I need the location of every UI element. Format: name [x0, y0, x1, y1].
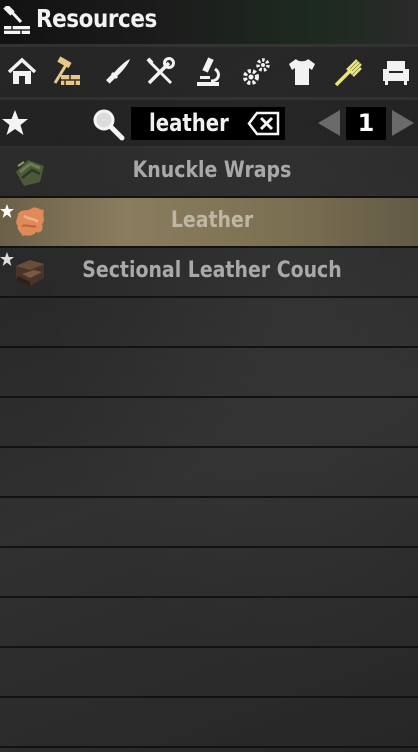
gears-icon	[243, 58, 270, 85]
tab-mechanical[interactable]	[234, 47, 278, 97]
wrench-screwdriver-icon	[146, 57, 175, 85]
hammer-bricks-icon	[53, 56, 80, 85]
fork-icon	[334, 59, 362, 87]
list-item-selected[interactable]: Leather	[0, 198, 418, 248]
list-item-empty	[0, 498, 418, 548]
resources-window: Resources leather 1 Knuckle Wraps Leathe…	[0, 0, 418, 752]
shirt-icon	[289, 59, 315, 85]
triangle-right-icon[interactable]	[388, 108, 418, 138]
search-input-value: leather	[149, 109, 229, 137]
list-item[interactable]: Sectional Leather Couch	[0, 248, 418, 298]
list-item-label: Knuckle Wraps	[132, 158, 292, 183]
tab-weapons[interactable]	[96, 47, 140, 97]
tab-food[interactable]	[326, 47, 370, 97]
search-input[interactable]: leather	[131, 107, 285, 140]
magnifier-icon[interactable]	[91, 107, 125, 141]
star-icon[interactable]	[0, 108, 30, 138]
hammer-brick-icon	[3, 6, 30, 34]
category-tab-bar	[0, 47, 418, 97]
list-item-empty	[0, 548, 418, 598]
list-item-empty	[0, 448, 418, 498]
armchair-icon	[383, 61, 409, 85]
list-item-empty	[0, 298, 418, 348]
tab-decor[interactable]	[374, 47, 418, 97]
tab-home[interactable]	[0, 47, 44, 97]
list-item-label: Sectional Leather Couch	[82, 258, 342, 283]
triangle-left-icon[interactable]	[314, 108, 344, 138]
backspace-icon[interactable]	[247, 110, 281, 137]
list-item-empty	[0, 648, 418, 698]
knife-icon	[106, 59, 130, 84]
microscope-icon	[197, 57, 220, 86]
tab-tools[interactable]	[138, 47, 182, 97]
tab-building[interactable]	[44, 47, 88, 97]
list-item-empty	[0, 698, 418, 748]
tab-clothing[interactable]	[280, 47, 324, 97]
list-item-empty	[0, 598, 418, 648]
list-item-empty	[0, 398, 418, 448]
list-item-label: Leather	[170, 208, 254, 233]
window-title: Resources	[36, 4, 157, 33]
list-item-empty	[0, 348, 418, 398]
title-bar: Resources	[0, 0, 418, 44]
list-item[interactable]: Knuckle Wraps	[0, 148, 418, 198]
tab-science[interactable]	[186, 47, 230, 97]
page-number: 1	[346, 107, 386, 140]
house-icon	[7, 57, 37, 84]
